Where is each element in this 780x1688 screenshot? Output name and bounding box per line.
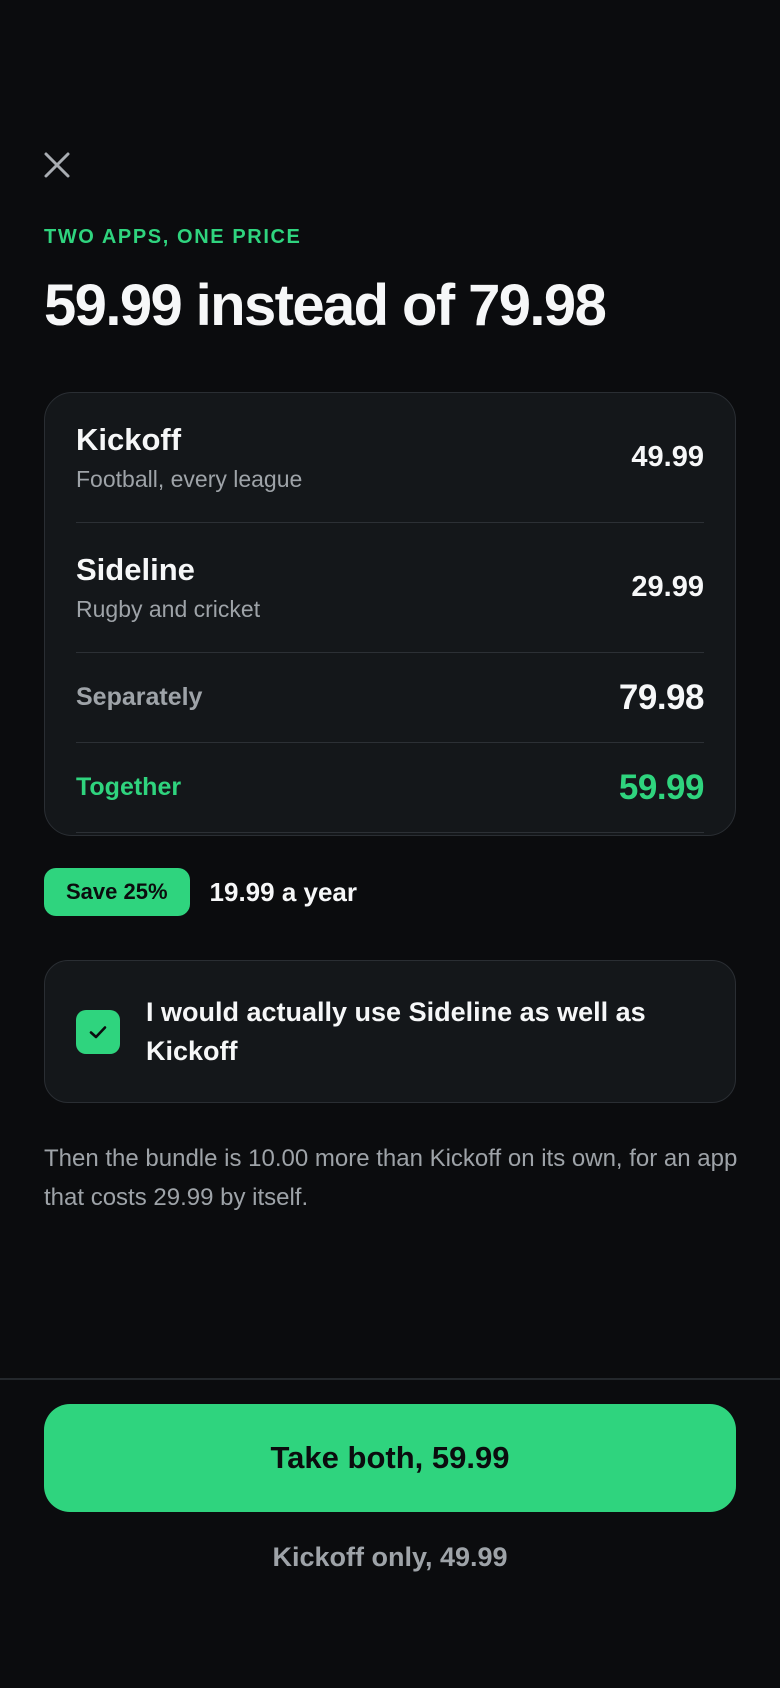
- eyebrow-label: TWO APPS, ONE PRICE: [44, 226, 302, 248]
- footer-divider: [0, 1378, 780, 1380]
- bundle-offer-screen: TWO APPS, ONE PRICE 59.99 instead of 79.…: [0, 0, 780, 1688]
- usage-confirm-checkbox[interactable]: [76, 1009, 120, 1054]
- page-title: 59.99 instead of 79.98: [44, 273, 607, 338]
- app-name: Sideline: [76, 552, 195, 587]
- together-row: Together 59.99: [76, 743, 705, 833]
- price-comparison-card: Kickoff Football, every league 49.99 Sid…: [44, 392, 736, 836]
- together-label: Together: [76, 773, 182, 801]
- app-description: Rugby and cricket: [76, 596, 261, 622]
- checkmark-icon: [89, 1025, 107, 1038]
- app-description: Football, every league: [76, 466, 303, 492]
- app-row-sideline: Sideline Rugby and cricket 29.99: [76, 523, 704, 653]
- usage-confirm-label: I would actually use Sideline as well as…: [146, 996, 646, 1066]
- usage-confirm-checkbox-card[interactable]: I would actually use Sideline as well as…: [44, 960, 736, 1103]
- separately-row: Separately 79.98: [76, 653, 705, 743]
- separately-label: Separately: [76, 683, 203, 711]
- savings-row: Save 25% 19.99 a year: [44, 868, 357, 916]
- savings-badge: Save 25%: [44, 868, 190, 916]
- savings-amount: 19.99 a year: [209, 876, 357, 907]
- bundle-explanation: Then the bundle is 10.00 more than Kicko…: [44, 1145, 738, 1211]
- close-icon: [44, 152, 70, 178]
- app-row-kickoff: Kickoff Football, every league 49.99: [76, 393, 704, 523]
- separately-value: 79.98: [618, 677, 705, 717]
- together-value: 59.99: [618, 767, 705, 807]
- take-both-button[interactable]: Take both, 59.99: [44, 1404, 736, 1512]
- app-name: Kickoff: [76, 422, 182, 457]
- app-info: Sideline Rugby and cricket: [76, 552, 260, 623]
- app-price: 29.99: [631, 571, 704, 603]
- close-button[interactable]: [40, 148, 74, 182]
- app-info: Kickoff Football, every league: [76, 422, 302, 493]
- app-price: 49.99: [631, 441, 704, 473]
- kickoff-only-link[interactable]: Kickoff only, 49.99: [0, 1542, 780, 1573]
